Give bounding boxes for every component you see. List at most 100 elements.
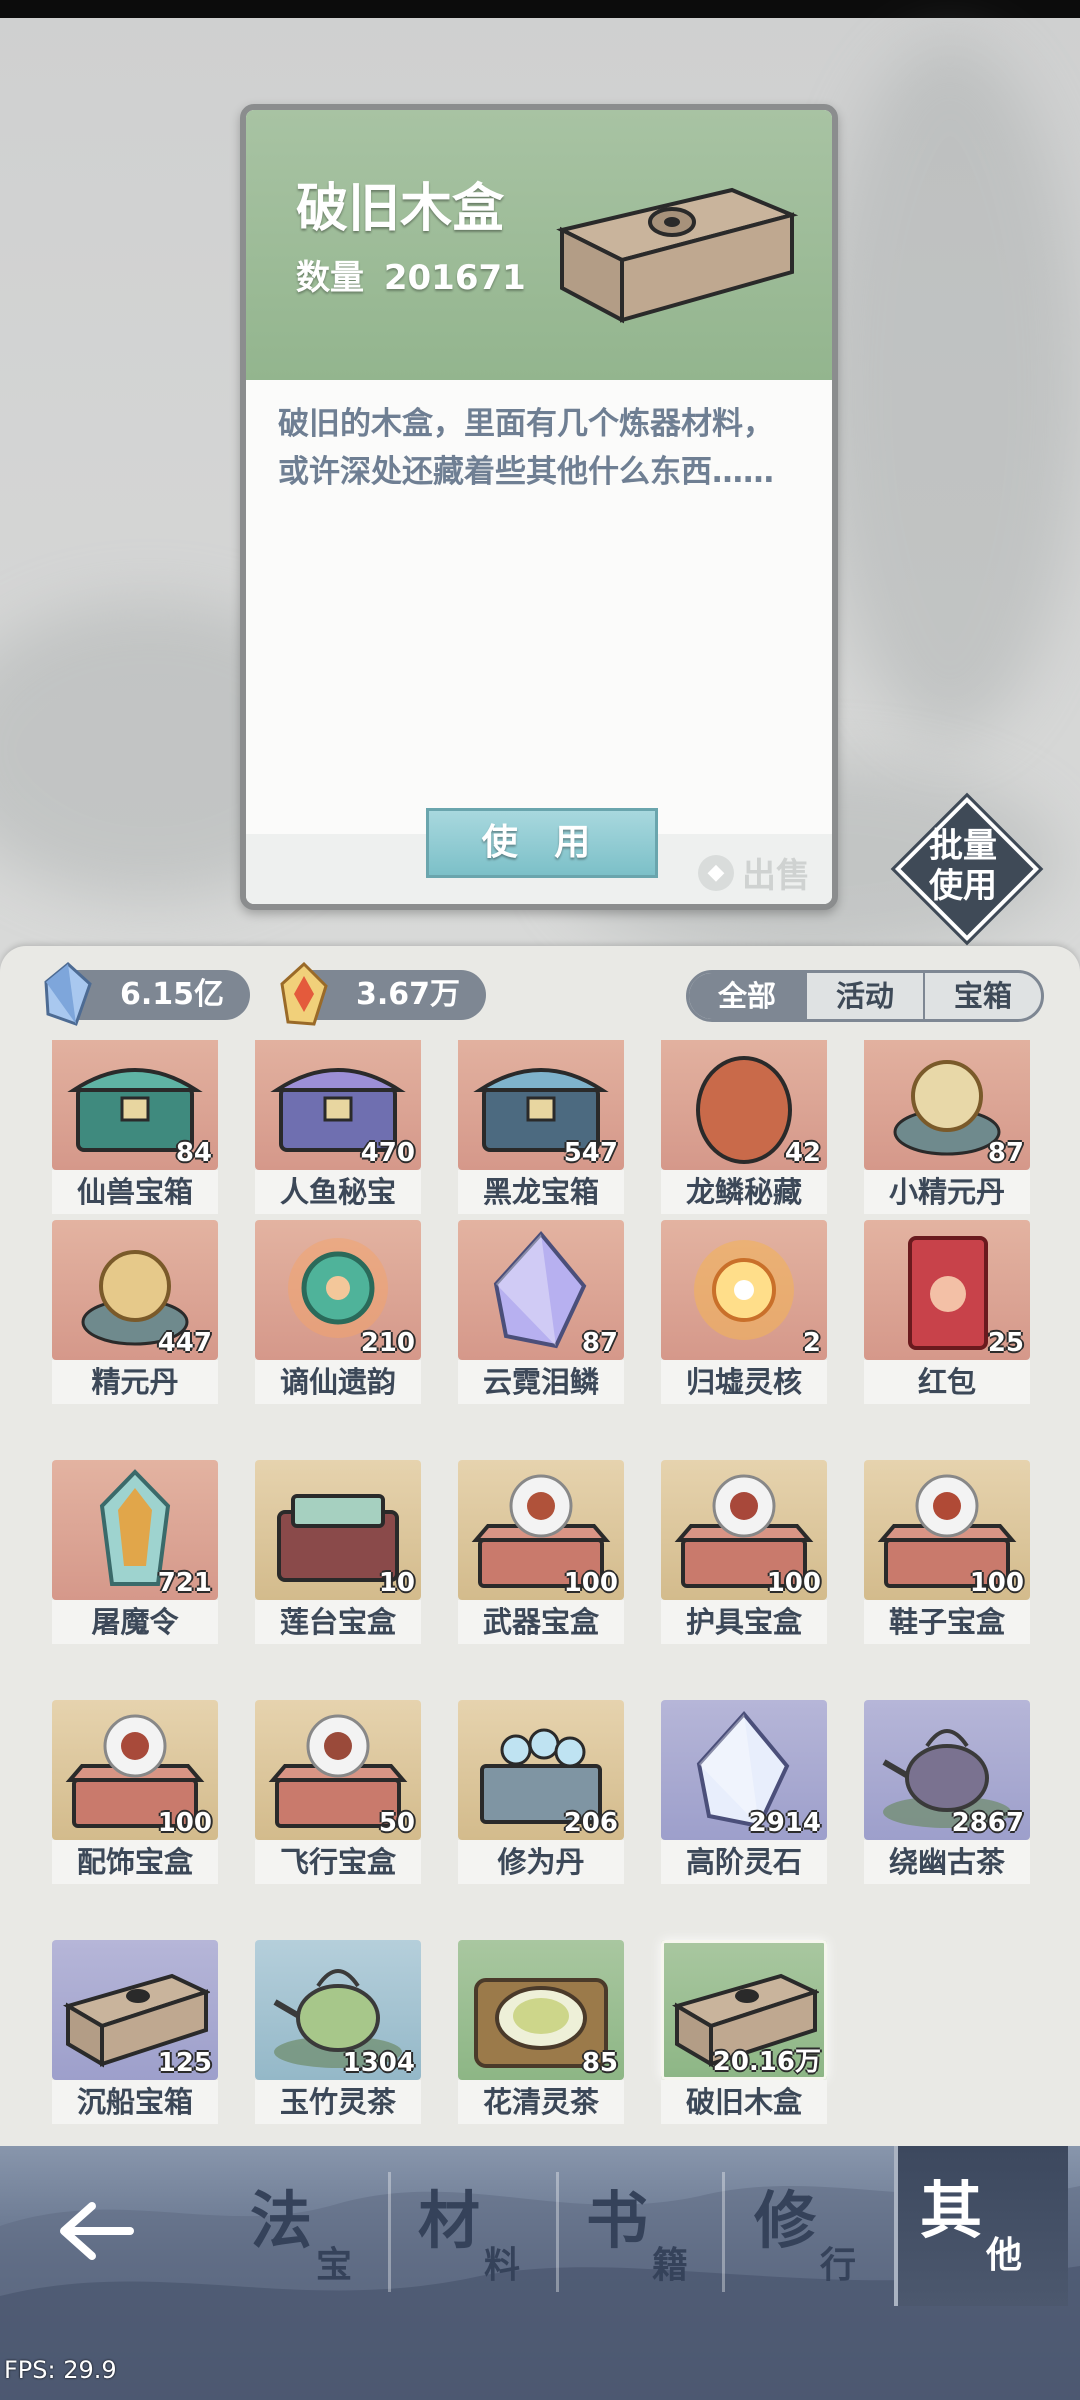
- item-count: 20.16万: [712, 2047, 821, 2077]
- inventory-item[interactable]: 20.16万 破旧木盒: [661, 1940, 827, 2124]
- item-name: 玉竹灵茶: [255, 2080, 421, 2124]
- spirit-core-icon: [694, 1240, 794, 1340]
- item-count: 125: [157, 2048, 212, 2078]
- item-count: 85: [581, 2048, 618, 2078]
- inventory-item[interactable]: 85 花清灵茶: [458, 1940, 624, 2124]
- tab-event[interactable]: 活动: [805, 973, 923, 1019]
- item-tile: 50: [255, 1700, 421, 1840]
- item-name: 黑龙宝箱: [458, 1170, 624, 1214]
- currency-spirit-crystal: 6.15亿: [44, 962, 250, 1026]
- inventory-item[interactable]: 447 精元丹: [52, 1220, 218, 1404]
- inventory-item[interactable]: 2914 高阶灵石: [661, 1700, 827, 1884]
- inventory-item[interactable]: 100 鞋子宝盒: [864, 1460, 1030, 1644]
- inventory-item[interactable]: 87 小精元丹: [864, 1040, 1030, 1214]
- nav-tab-char: 书: [586, 2184, 649, 2257]
- item-description: 破旧的木盒，里面有几个炼器材料，或许深处还藏着些其他什么东西……: [278, 406, 774, 490]
- inventory-item[interactable]: 2 归墟灵核: [661, 1220, 827, 1404]
- item-tile: 20.16万: [661, 1940, 827, 2080]
- sell-label: 出售: [742, 856, 810, 896]
- inventory-item[interactable]: 100 武器宝盒: [458, 1460, 624, 1644]
- item-tile: 1304: [255, 1940, 421, 2080]
- batch-use-label: 批量 使用: [898, 826, 1028, 906]
- inventory-item[interactable]: 42 龙鳞秘藏: [661, 1040, 827, 1214]
- nav-tab-subchar: 籍: [652, 2244, 689, 2286]
- nav-tab-cultivation[interactable]: 修 行: [744, 2170, 894, 2300]
- inventory-item[interactable]: 210 谪仙遗韵: [255, 1220, 421, 1404]
- item-tile: 100: [458, 1460, 624, 1600]
- item-tile: 721: [52, 1460, 218, 1600]
- nav-tab-other[interactable]: 其 他: [910, 2160, 1060, 2290]
- inventory-item[interactable]: 87 云霓泪鳞: [458, 1220, 624, 1404]
- item-tile: 85: [458, 1940, 624, 2080]
- item-tile: 2: [661, 1220, 827, 1360]
- inventory-item[interactable]: 1304 玉竹灵茶: [255, 1940, 421, 2124]
- nav-tab-subchar: 行: [820, 2244, 857, 2286]
- item-count: 84: [175, 1138, 212, 1168]
- item-count: 2: [802, 1328, 821, 1358]
- nav-tab-books[interactable]: 书 籍: [576, 2170, 726, 2300]
- nav-tab-subchar: 料: [484, 2244, 521, 2286]
- item-count: 10: [378, 1568, 415, 1598]
- nav-tab-subchar: 宝: [316, 2244, 353, 2286]
- inventory-item[interactable]: 206 修为丹: [458, 1700, 624, 1884]
- item-name: 破旧木盒: [661, 2080, 827, 2124]
- gold-crystal-icon: [280, 962, 328, 1026]
- item-tile: 100: [661, 1460, 827, 1600]
- item-count: 721: [157, 1568, 212, 1598]
- item-name: 莲台宝盒: [255, 1600, 421, 1644]
- item-name: 红包: [864, 1360, 1030, 1404]
- item-name: 花清灵茶: [458, 2080, 624, 2124]
- item-count: 100: [157, 1808, 212, 1838]
- inventory-item[interactable]: 25 红包: [864, 1220, 1030, 1404]
- tab-all[interactable]: 全部: [689, 973, 805, 1019]
- item-count: 2867: [951, 1808, 1024, 1838]
- item-tile: 206: [458, 1700, 624, 1840]
- item-tile: 2867: [864, 1700, 1030, 1840]
- use-button[interactable]: 使 用: [426, 808, 658, 878]
- inventory-item[interactable]: 125 沉船宝箱: [52, 1940, 218, 2124]
- nav-tab-treasure[interactable]: 法 宝: [240, 2170, 390, 2300]
- item-name: 高阶灵石: [661, 1840, 827, 1884]
- back-arrow-icon[interactable]: [56, 2196, 136, 2266]
- item-tile: 10: [255, 1460, 421, 1600]
- inventory-item[interactable]: 2867 绕幽古茶: [864, 1700, 1030, 1884]
- currency-gold-crystal: 3.67万: [280, 962, 486, 1026]
- item-tile: 547: [458, 1040, 624, 1170]
- item-name: 精元丹: [52, 1360, 218, 1404]
- inventory-item[interactable]: 470 人鱼秘宝: [255, 1040, 421, 1214]
- item-tile: 100: [864, 1460, 1030, 1600]
- item-tile: 87: [864, 1040, 1030, 1170]
- inventory-item[interactable]: 547 黑龙宝箱: [458, 1040, 624, 1214]
- sell-button[interactable]: ◆ 出售: [698, 848, 810, 897]
- item-name: 鞋子宝盒: [864, 1600, 1030, 1644]
- quantity-label: 数量: [296, 258, 364, 298]
- item-count: 1304: [342, 2048, 415, 2078]
- nav-tab-char: 修: [754, 2184, 817, 2257]
- fps-counter: FPS: 29.9: [4, 2356, 117, 2384]
- inventory-item[interactable]: 84 仙兽宝箱: [52, 1040, 218, 1214]
- nav-tab-char: 材: [418, 2184, 481, 2257]
- currency-value: 3.67万: [356, 977, 461, 1012]
- blue-crystal-icon: [44, 962, 92, 1026]
- item-count: 42: [784, 1138, 821, 1168]
- item-tile: 2914: [661, 1700, 827, 1840]
- item-name: 龙鳞秘藏: [661, 1170, 827, 1214]
- item-name: 仙兽宝箱: [52, 1170, 218, 1214]
- item-name: 修为丹: [458, 1840, 624, 1884]
- batch-use-button[interactable]: 批量 使用: [890, 792, 1044, 946]
- inventory-item[interactable]: 50 飞行宝盒: [255, 1700, 421, 1884]
- inventory-item[interactable]: 10 莲台宝盒: [255, 1460, 421, 1644]
- tab-chest[interactable]: 宝箱: [923, 973, 1041, 1019]
- item-name: 绕幽古茶: [864, 1840, 1030, 1884]
- inventory-item[interactable]: 100 配饰宝盒: [52, 1700, 218, 1884]
- old-wooden-box-icon: [556, 187, 799, 324]
- item-tile: 42: [661, 1040, 827, 1170]
- nav-tab-char: 其: [920, 2174, 983, 2247]
- batch-use-line2: 使用: [929, 866, 997, 906]
- item-name: 沉船宝箱: [52, 2080, 218, 2124]
- inventory-item[interactable]: 100 护具宝盒: [661, 1460, 827, 1644]
- batch-use-line1: 批量: [929, 826, 997, 866]
- item-count: 447: [157, 1328, 212, 1358]
- nav-tab-materials[interactable]: 材 料: [408, 2170, 558, 2300]
- inventory-item[interactable]: 721 屠魔令: [52, 1460, 218, 1644]
